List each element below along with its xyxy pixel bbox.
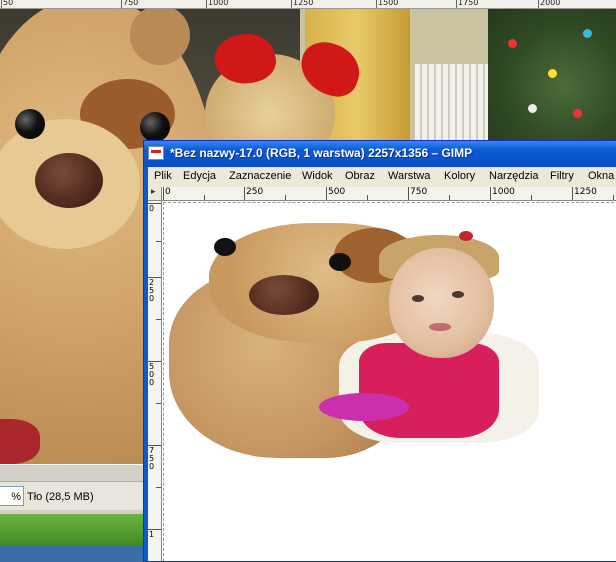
gimp-image-window[interactable]: *Bez nazwy-17.0 (RGB, 1 warstwa) 2257x13… [143, 140, 616, 562]
v-ruler-label: 0 [149, 204, 155, 213]
cutout-photo [169, 223, 549, 463]
menu-filtry[interactable]: Filtry [550, 170, 574, 182]
background-horizontal-ruler[interactable]: 50 750 1000 1250 1500 1750 2000 [0, 0, 616, 9]
ruler-label: 50 [3, 0, 14, 7]
v-ruler-label: 750 [149, 446, 155, 471]
desktop-wallpaper [0, 514, 145, 546]
h-ruler-label: 250 [246, 187, 264, 197]
v-ruler-label: 500 [149, 362, 155, 387]
ruler-label: 1500 [378, 0, 399, 7]
image-canvas[interactable] [163, 202, 616, 561]
zoom-combo[interactable]: % [0, 486, 24, 506]
quick-mask-toggle[interactable] [148, 186, 162, 201]
menu-edycja[interactable]: Edycja [183, 170, 216, 182]
h-ruler-label: 0 [165, 187, 171, 197]
h-ruler-label: 1250 [574, 187, 597, 197]
ruler-label: 1000 [208, 0, 229, 7]
horizontal-ruler[interactable]: 0 250 500 750 1000 1250 [162, 187, 616, 201]
h-ruler-label: 500 [328, 187, 346, 197]
gimp-image-icon[interactable] [148, 146, 164, 160]
ruler-label: 750 [123, 0, 139, 7]
h-ruler-label: 1000 [492, 187, 515, 197]
v-ruler-label: 250 [149, 278, 155, 303]
ruler-label: 1250 [293, 0, 314, 7]
menubar: Plik Edycja Zaznaczenie Widok Obraz Wars… [148, 167, 616, 187]
window-title: *Bez nazwy-17.0 (RGB, 1 warstwa) 2257x13… [170, 146, 473, 160]
image-canvas-area[interactable]: 0 250 500 750 1000 1250 0 250 500 750 1 [148, 186, 616, 561]
menu-obraz[interactable]: Obraz [345, 170, 375, 182]
window-titlebar[interactable]: *Bez nazwy-17.0 (RGB, 1 warstwa) 2257x13… [144, 141, 616, 167]
menu-warstwa[interactable]: Warstwa [388, 170, 430, 182]
menu-zaznaczenie[interactable]: Zaznaczenie [229, 170, 291, 182]
vertical-ruler[interactable]: 0 250 500 750 1 [148, 201, 162, 561]
h-ruler-label: 750 [410, 187, 428, 197]
layer-info-label: Tło (28,5 MB) [27, 491, 94, 503]
menu-widok[interactable]: Widok [302, 170, 333, 182]
ruler-label: 2000 [540, 0, 561, 7]
v-ruler-label: 1 [149, 530, 155, 539]
menu-kolory[interactable]: Kolory [444, 170, 475, 182]
ruler-label: 1750 [458, 0, 479, 7]
menu-okna[interactable]: Okna [588, 170, 614, 182]
menu-narzedzia[interactable]: Narzędzia [489, 170, 539, 182]
menu-plik[interactable]: Plik [154, 170, 172, 182]
